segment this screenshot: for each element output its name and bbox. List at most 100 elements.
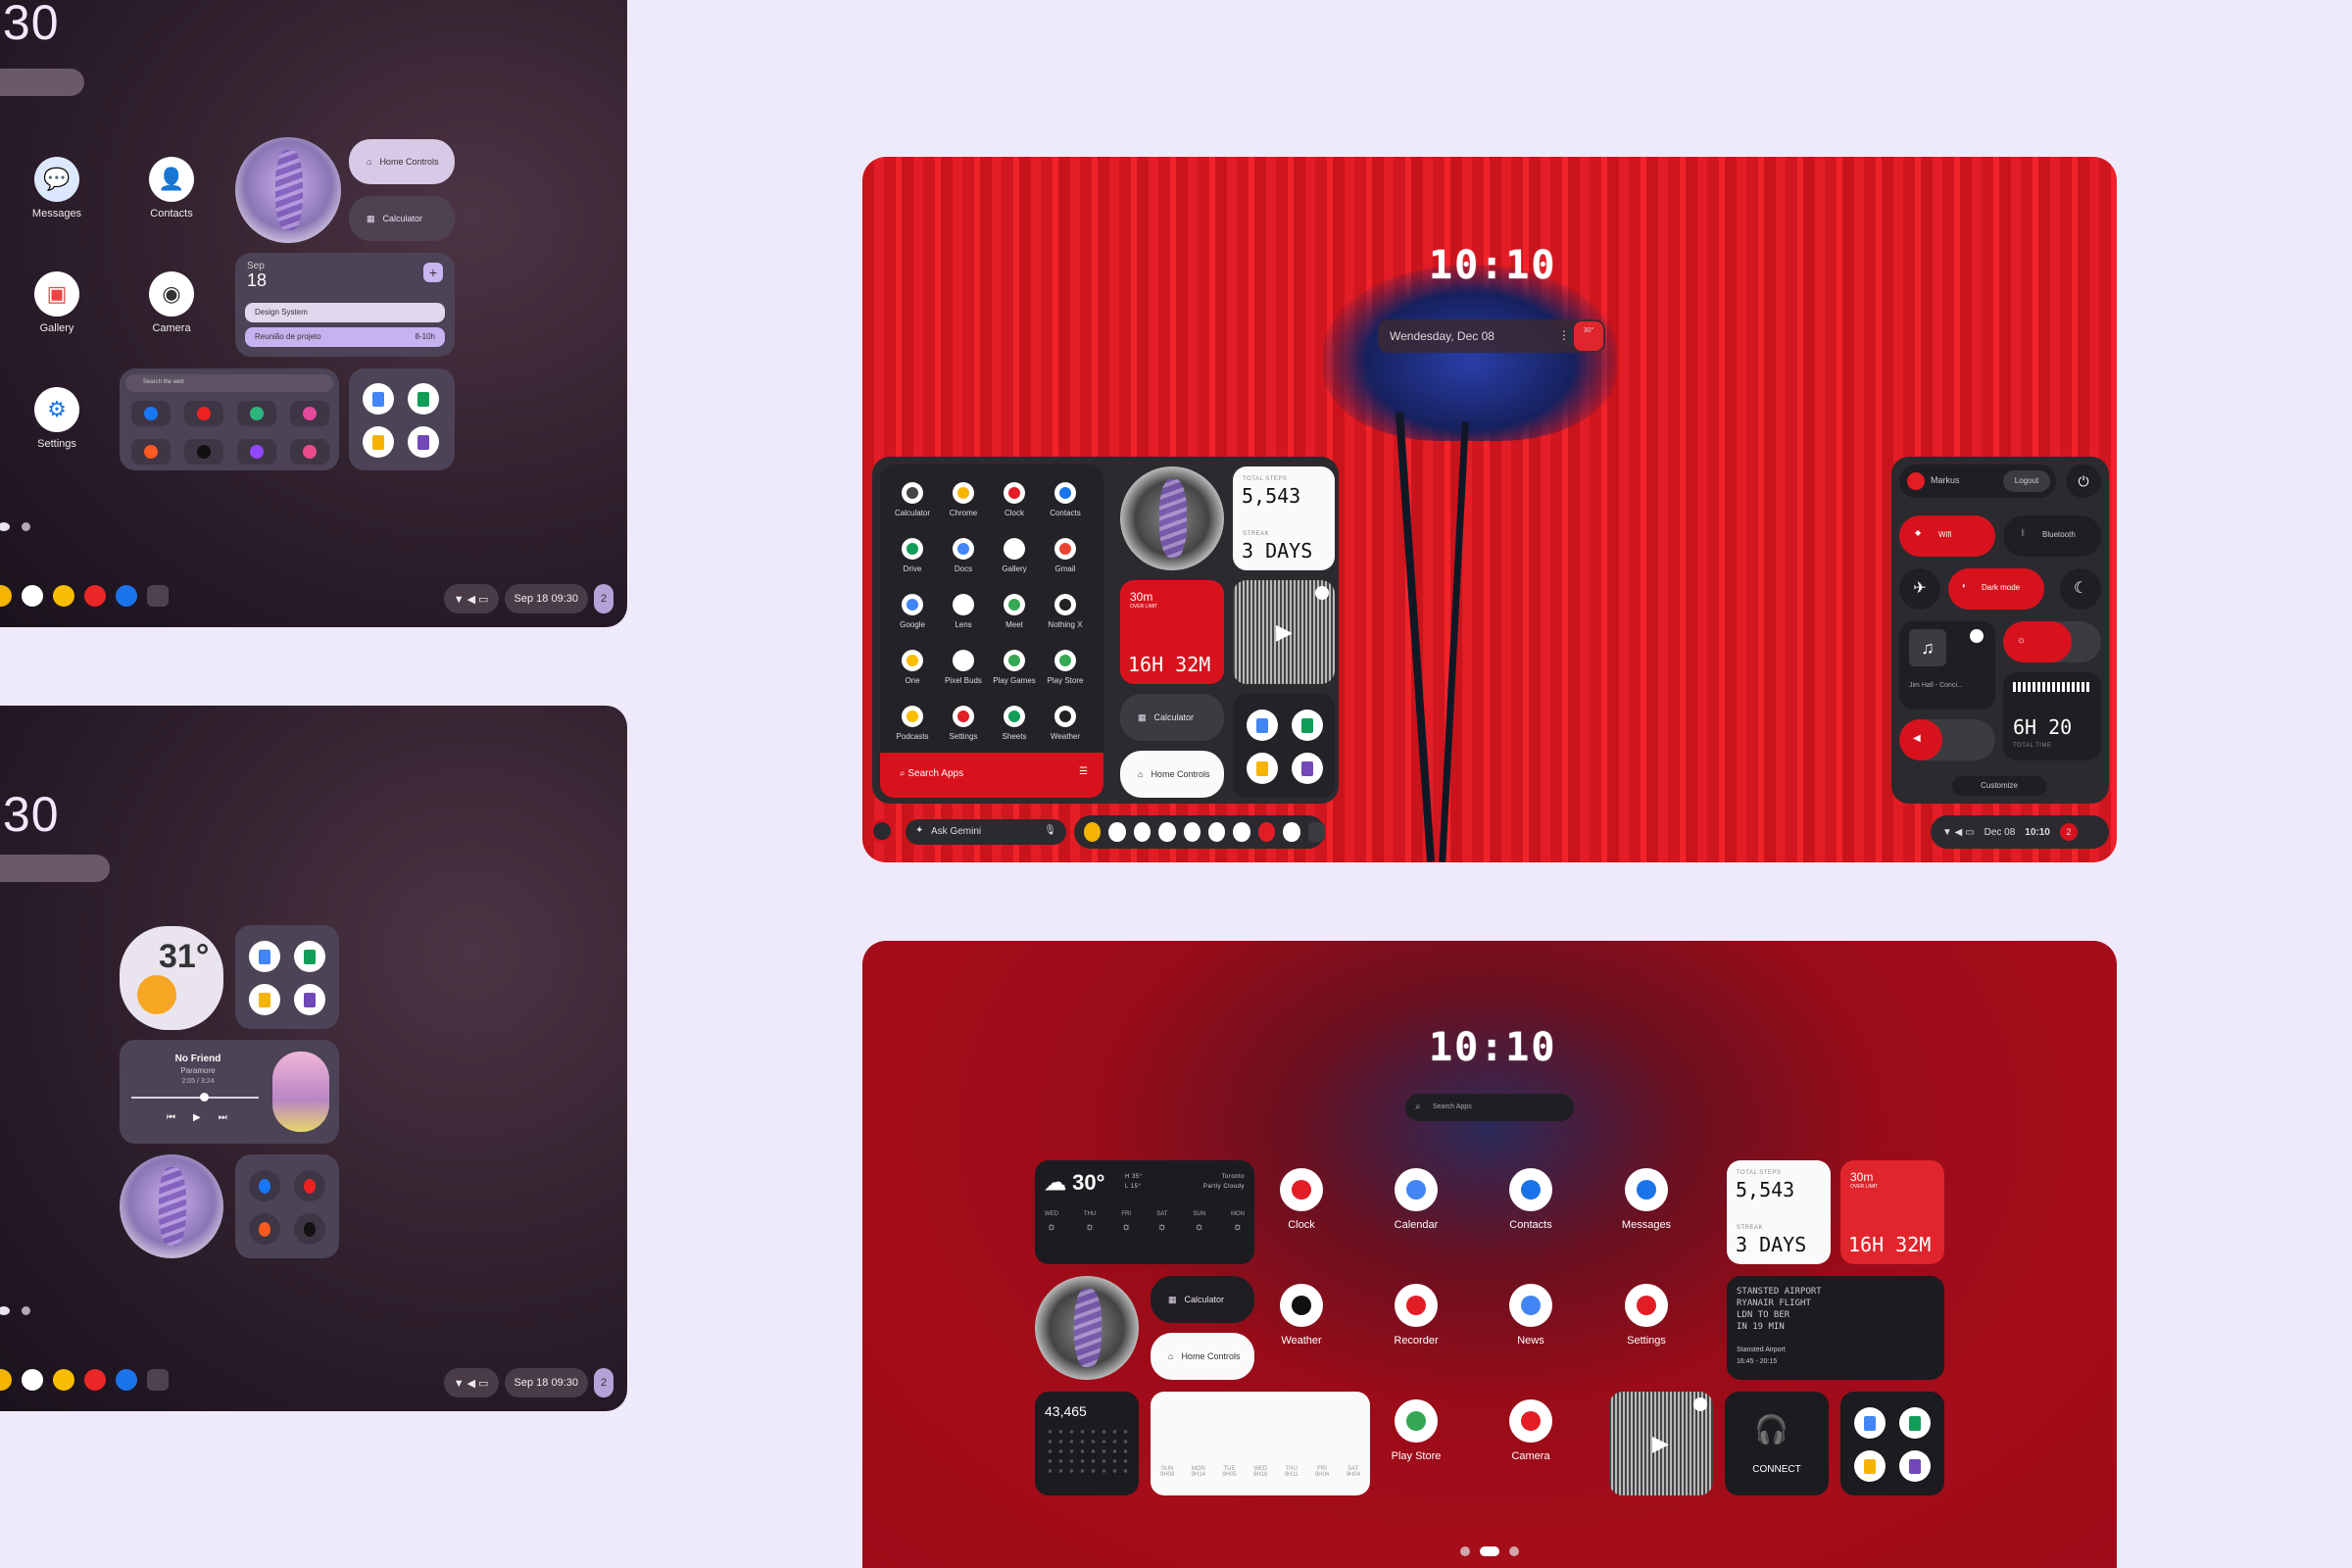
calendar-icon[interactable] — [1133, 822, 1152, 842]
docs-widget[interactable] — [349, 368, 455, 470]
docs-icon[interactable] — [1247, 710, 1278, 741]
drawer-app[interactable]: Sheets — [990, 706, 1039, 741]
page-indicator-active[interactable] — [1480, 1546, 1499, 1556]
search-widget[interactable]: Search the web — [120, 368, 339, 470]
drawer-app[interactable]: Docs — [939, 538, 988, 573]
chrome-icon[interactable] — [1084, 822, 1102, 842]
status-area[interactable]: ▼ ◀ ▭ Dec 08 10:10 2 — [1931, 815, 2109, 849]
next-icon[interactable]: ⏭ — [219, 1112, 227, 1123]
app-play-store[interactable]: Play Store — [1367, 1399, 1465, 1462]
docs-icon[interactable] — [249, 941, 280, 972]
wifi-toggle[interactable]: ◆ Wifi — [1899, 515, 1995, 557]
behance-icon[interactable] — [197, 445, 211, 459]
forms-icon[interactable] — [1292, 753, 1323, 784]
drawer-app[interactable]: Nothing X — [1041, 594, 1090, 629]
music-art-widget[interactable]: ▶ — [1609, 1392, 1713, 1495]
play-icon[interactable]: ▶ — [1652, 1431, 1669, 1456]
home-controls-chip[interactable]: ⌂ Home Controls — [1120, 751, 1224, 798]
drawer-app[interactable]: Weather — [1041, 706, 1090, 741]
sheets-icon[interactable] — [408, 383, 439, 415]
drawer-app[interactable]: Contacts — [1041, 482, 1090, 517]
progress-bar[interactable] — [131, 1097, 259, 1099]
brightness-slider[interactable]: ☼ — [2003, 621, 2101, 662]
overview-icon[interactable] — [147, 585, 169, 607]
connectivity-icons[interactable]: ▼ ◀ ▭ — [443, 584, 499, 613]
list-icon[interactable]: ☰ — [1079, 766, 1088, 777]
app-messages[interactable]: 💬 Messages — [13, 157, 101, 220]
spotify-icon[interactable] — [250, 407, 264, 420]
settings-icon[interactable] — [1257, 822, 1276, 842]
dark-mode-toggle[interactable]: ◐ Dark mode — [1948, 568, 2044, 610]
photos-icon[interactable] — [53, 585, 74, 607]
notification-badge[interactable]: 2 — [594, 1368, 613, 1397]
slides-icon[interactable] — [249, 984, 280, 1015]
page-indicator-active[interactable] — [0, 522, 10, 531]
docs-widget[interactable] — [235, 925, 339, 1029]
calculator-chip[interactable]: ▦ Calculator — [349, 196, 455, 241]
airplane-icon[interactable]: ✈ — [1899, 568, 1940, 610]
launcher-button[interactable] — [870, 819, 894, 843]
drawer-app[interactable]: Chrome — [939, 482, 988, 517]
counter-widget[interactable]: 43,465 — [1035, 1392, 1139, 1495]
chrome-icon[interactable] — [0, 1369, 12, 1391]
status-area[interactable]: ▼ ◀ ▭ Sep 18 09:30 2 — [443, 584, 613, 613]
sleep-widget[interactable]: SUN 9H08 MON 9H14 TUE 9H05 WED 9H16 THU 9H11 FRI 9H… — [1151, 1392, 1370, 1495]
previous-icon[interactable]: ⏮ — [167, 1112, 175, 1123]
drawer-app[interactable]: One — [888, 650, 937, 685]
slides-icon[interactable] — [363, 426, 394, 458]
app-recorder[interactable]: Recorder — [1367, 1284, 1465, 1347]
gallery-icon[interactable] — [22, 1369, 43, 1391]
screen-time-widget[interactable]: 6H 20 TOTAL TIME — [2003, 672, 2101, 760]
spotify-icon[interactable] — [1693, 1397, 1707, 1411]
instagram-icon[interactable] — [303, 407, 317, 420]
app-camera[interactable]: Camera — [1482, 1399, 1580, 1462]
power-icon[interactable]: ⏻ — [2066, 465, 2101, 498]
drawer-app[interactable]: Calculator — [888, 482, 937, 517]
weather-widget[interactable]: 31° — [120, 926, 223, 1030]
status-area[interactable]: ▼ ◀ ▭ Sep 18 09:30 2 — [443, 1368, 613, 1397]
status-datetime[interactable]: Sep 18 09:30 — [504, 1368, 588, 1397]
overview-icon[interactable] — [1307, 822, 1326, 842]
drawer-app[interactable]: Pixel Buds — [939, 650, 988, 685]
drawer-app[interactable]: Google — [888, 594, 937, 629]
add-event-button[interactable]: + — [423, 263, 443, 282]
messages-icon[interactable] — [1158, 822, 1176, 842]
calculator-chip[interactable]: ▦ Calculator — [1120, 694, 1224, 741]
user-chip[interactable]: Markus Logout — [1899, 465, 2056, 498]
spotify-icon[interactable] — [1970, 629, 1984, 643]
portrait-widget[interactable] — [1035, 1276, 1139, 1380]
status-datetime[interactable]: Sep 18 09:30 — [504, 584, 588, 613]
music-widget[interactable]: No Friend Paramore 2:05 / 3:24 ⏮ ▶ ⏭ — [120, 1040, 339, 1144]
steps-widget[interactable]: TOTAL STEPS 5,543 STREAK 3 DAYS — [1233, 466, 1335, 570]
nothing-x-icon[interactable] — [1283, 822, 1300, 842]
gallery-icon[interactable] — [22, 585, 43, 607]
page-indicator[interactable] — [1460, 1546, 1470, 1556]
app-messages[interactable]: Messages — [1597, 1168, 1695, 1231]
moon-icon[interactable]: ☾ — [2060, 568, 2101, 610]
progress-handle[interactable] — [200, 1093, 209, 1102]
page-indicator-active[interactable] — [0, 1306, 10, 1315]
drawer-app[interactable]: Lens — [939, 594, 988, 629]
gemini-bar[interactable]: ✦ Ask Gemini 🎙 — [906, 819, 1066, 845]
dribbble-icon[interactable] — [303, 445, 317, 459]
drawer-app[interactable]: Podcasts — [888, 706, 937, 741]
settings-icon[interactable] — [116, 1369, 137, 1391]
facebook-icon[interactable] — [144, 407, 158, 420]
gmail-icon[interactable] — [1108, 822, 1126, 842]
notification-badge[interactable]: 2 — [2059, 823, 2078, 841]
page-indicator[interactable] — [22, 522, 30, 531]
date-pill[interactable]: Wendesday, Dec 08 ⋮ 30° — [1378, 319, 1605, 353]
slides-icon[interactable] — [1854, 1450, 1886, 1482]
reddit-icon[interactable] — [144, 445, 158, 459]
notification-badge[interactable]: 2 — [594, 584, 613, 613]
drawer-app[interactable]: Play Games — [990, 650, 1039, 685]
earbuds-widget[interactable]: 🎧 CONNECT — [1725, 1392, 1829, 1495]
search-input[interactable]: ⌕ Search Apps — [1405, 1094, 1574, 1121]
photo-widget[interactable] — [120, 1154, 223, 1258]
facebook-icon[interactable] — [249, 1170, 280, 1201]
home-controls-chip[interactable]: ⌂ Home Controls — [349, 139, 455, 184]
app-weather[interactable]: Weather — [1252, 1284, 1350, 1347]
music-art-widget[interactable]: ▶ — [1233, 580, 1335, 684]
reddit-icon[interactable] — [249, 1213, 280, 1245]
sheets-icon[interactable] — [294, 941, 325, 972]
